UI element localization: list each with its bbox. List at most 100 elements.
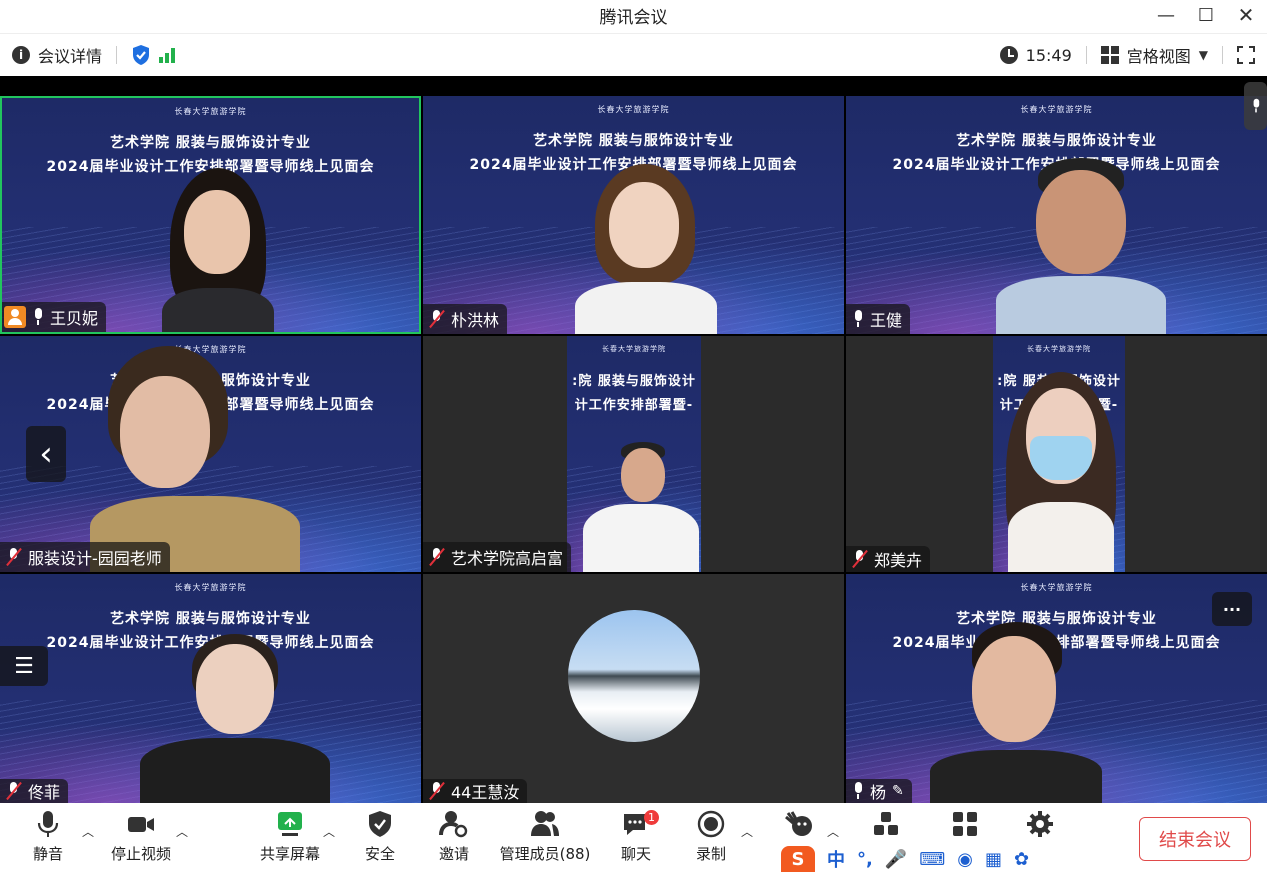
- participant-name: 艺术学院高启富: [451, 549, 564, 568]
- mic-icon: [852, 310, 864, 328]
- settings-icon[interactable]: ✿: [1014, 849, 1029, 870]
- previous-page-button[interactable]: ‹: [26, 426, 66, 482]
- participant-nametag: 44王慧汝: [423, 779, 528, 803]
- school-logo-text: 长春大学旅游学院: [174, 583, 247, 592]
- manage-members-label: 管理成员(88): [499, 845, 591, 863]
- record-label: 录制: [695, 845, 726, 863]
- video-tile[interactable]: 长春大学旅游学院 艺术学院 服装与服饰设计专业 2024届毕业设计工作安排部署暨…: [423, 96, 844, 334]
- avatar: [568, 610, 700, 742]
- maximize-button[interactable]: ☐: [1186, 0, 1226, 30]
- participant-nametag: 艺术学院高启富: [423, 542, 572, 572]
- mute-button[interactable]: 静音: [3, 809, 93, 869]
- school-logo-text: 长春大学旅游学院: [602, 345, 666, 353]
- participant-nametag: 王健: [846, 304, 911, 334]
- video-tile[interactable]: 长春大学旅游学院 艺术学院 服装与服饰设计专业 2024届毕业设计工作安排部署暨…: [0, 336, 421, 572]
- stop-video-label: 停止视频: [110, 845, 171, 863]
- meeting-info-bar: i 会议详情 15:49 宫格视图 ▼: [0, 33, 1267, 75]
- signal-strength-icon[interactable]: [159, 47, 176, 63]
- chevron-up-icon[interactable]: ︿: [176, 823, 188, 840]
- minimize-button[interactable]: —: [1146, 0, 1186, 30]
- voice-input-icon[interactable]: 🎤: [885, 849, 907, 870]
- meeting-details-button[interactable]: 会议详情: [38, 43, 102, 67]
- participant-nametag: 朴洪林: [423, 304, 508, 334]
- chevron-up-icon[interactable]: ︿: [741, 823, 753, 840]
- chevron-up-icon[interactable]: ︿: [323, 823, 335, 840]
- chevron-up-icon[interactable]: ︿: [82, 823, 94, 840]
- list-menu-icon[interactable]: ☰: [0, 646, 48, 686]
- fullscreen-icon[interactable]: [1237, 46, 1255, 64]
- chat-badge: 1: [644, 810, 659, 825]
- participant-name: 佟菲: [28, 783, 61, 802]
- participant-nametag: 杨 ✎: [846, 779, 912, 803]
- mic-muted-icon: [6, 781, 22, 801]
- shield-icon[interactable]: [131, 44, 151, 66]
- mic-muted-icon: [429, 781, 445, 801]
- security-label: 安全: [364, 845, 395, 863]
- toolbox-icon[interactable]: ▦: [985, 849, 1002, 870]
- mic-icon: [32, 308, 44, 326]
- participant-video: [583, 442, 699, 572]
- video-tile[interactable]: 长春大学旅游学院 :院 服装与服饰设计 计工作安排部署暨- 艺术学院高启富: [423, 336, 844, 572]
- members-icon: [531, 811, 559, 836]
- video-tile[interactable]: 长春大学旅游学院 艺术学院 服装与服饰设计专业 2024届毕业设计工作安排部署暨…: [846, 574, 1267, 803]
- gear-icon: [1027, 811, 1053, 837]
- share-screen-button[interactable]: 共享屏幕: [245, 809, 335, 869]
- info-icon[interactable]: i: [12, 46, 30, 64]
- keyboard-icon[interactable]: ⌨: [919, 849, 945, 870]
- chevron-up-icon[interactable]: ︿: [827, 823, 839, 840]
- camera-icon: [128, 817, 154, 832]
- skin-icon[interactable]: ◉: [957, 849, 973, 870]
- meeting-info-left: i 会议详情: [12, 34, 176, 76]
- grid-view-icon: [1100, 46, 1119, 64]
- banner-line-1: :院 服装与服饰设计: [572, 374, 696, 389]
- invite-label: 邀请: [438, 845, 469, 863]
- mic-muted-icon: [852, 549, 868, 569]
- close-button[interactable]: ✕: [1226, 0, 1266, 30]
- banner-line-1: 艺术学院 服装与服饰设计专业: [533, 133, 734, 149]
- stop-video-button[interactable]: 停止视频: [96, 809, 186, 869]
- ime-toolbar[interactable]: S 中 °, 🎤 ⌨ ◉ ▦ ✿: [775, 846, 1055, 872]
- video-tile[interactable]: 长春大学旅游学院 :院 服装与服饰设计 计工作安排部署暨- 郑美卉: [846, 336, 1267, 572]
- video-tile[interactable]: 44王慧汝: [423, 574, 844, 803]
- shield-icon: [369, 811, 391, 837]
- punctuation-icon[interactable]: °,: [857, 849, 873, 870]
- more-options-button[interactable]: ···: [1212, 592, 1252, 626]
- pencil-icon: ✎: [892, 783, 904, 799]
- participant-video: [573, 164, 723, 334]
- participant-name: 44王慧汝: [451, 783, 520, 802]
- video-tile[interactable]: 长春大学旅游学院 艺术学院 服装与服饰设计专业 2024届毕业设计工作安排部署暨…: [0, 574, 421, 803]
- banner-line-1: 艺术学院 服装与服饰设计专业: [956, 133, 1157, 149]
- end-meeting-button[interactable]: 结束会议: [1139, 817, 1251, 861]
- mute-label: 静音: [32, 845, 63, 863]
- participant-nametag: 服装设计-园园老师: [0, 542, 170, 572]
- participant-name: 王健: [870, 311, 903, 330]
- mic-muted-icon: [429, 309, 445, 329]
- view-mode-button[interactable]: 宫格视图: [1127, 43, 1191, 67]
- mic-muted-icon: [6, 547, 22, 567]
- school-logo-text: 长春大学旅游学院: [1027, 345, 1091, 353]
- participant-name: 杨: [870, 783, 887, 802]
- share-screen-icon: [278, 812, 302, 836]
- video-tile[interactable]: 长春大学旅游学院 艺术学院 服装与服饰设计专业 2024届毕业设计工作安排部署暨…: [846, 96, 1267, 334]
- meeting-info-right: 15:49 宫格视图 ▼: [999, 34, 1255, 76]
- side-mic-button[interactable]: [1244, 82, 1267, 130]
- divider: [116, 46, 118, 64]
- banner-line-1: 艺术学院 服装与服饰设计专业: [110, 611, 311, 627]
- participant-nametag: 佟菲: [0, 779, 69, 803]
- divider: [1222, 46, 1223, 64]
- school-logo-text: 长春大学旅游学院: [1020, 583, 1093, 592]
- manage-members-button[interactable]: 管理成员(88): [500, 809, 590, 869]
- invite-button[interactable]: 邀请: [409, 809, 499, 869]
- ime-mode-label[interactable]: 中: [827, 846, 845, 872]
- meeting-toolbar: 静音 ︿ 停止视频 ︿ 共享屏幕 ︿ 安全 邀请 管理成员(88) 聊天 1 录…: [0, 803, 1267, 872]
- microphone-icon: [37, 811, 59, 837]
- participant-video: [916, 622, 1116, 803]
- mic-muted-icon: [429, 547, 445, 567]
- chevron-down-icon[interactable]: ▼: [1199, 48, 1208, 62]
- school-logo-text: 长春大学旅游学院: [174, 107, 247, 116]
- participant-video: [140, 634, 330, 803]
- video-tile[interactable]: 长春大学旅游学院 艺术学院 服装与服饰设计专业 2024届毕业设计工作安排部署暨…: [0, 96, 421, 334]
- breakout-icon: [874, 812, 898, 835]
- participant-video: [996, 372, 1126, 572]
- participant-name: 王贝妮: [50, 309, 99, 328]
